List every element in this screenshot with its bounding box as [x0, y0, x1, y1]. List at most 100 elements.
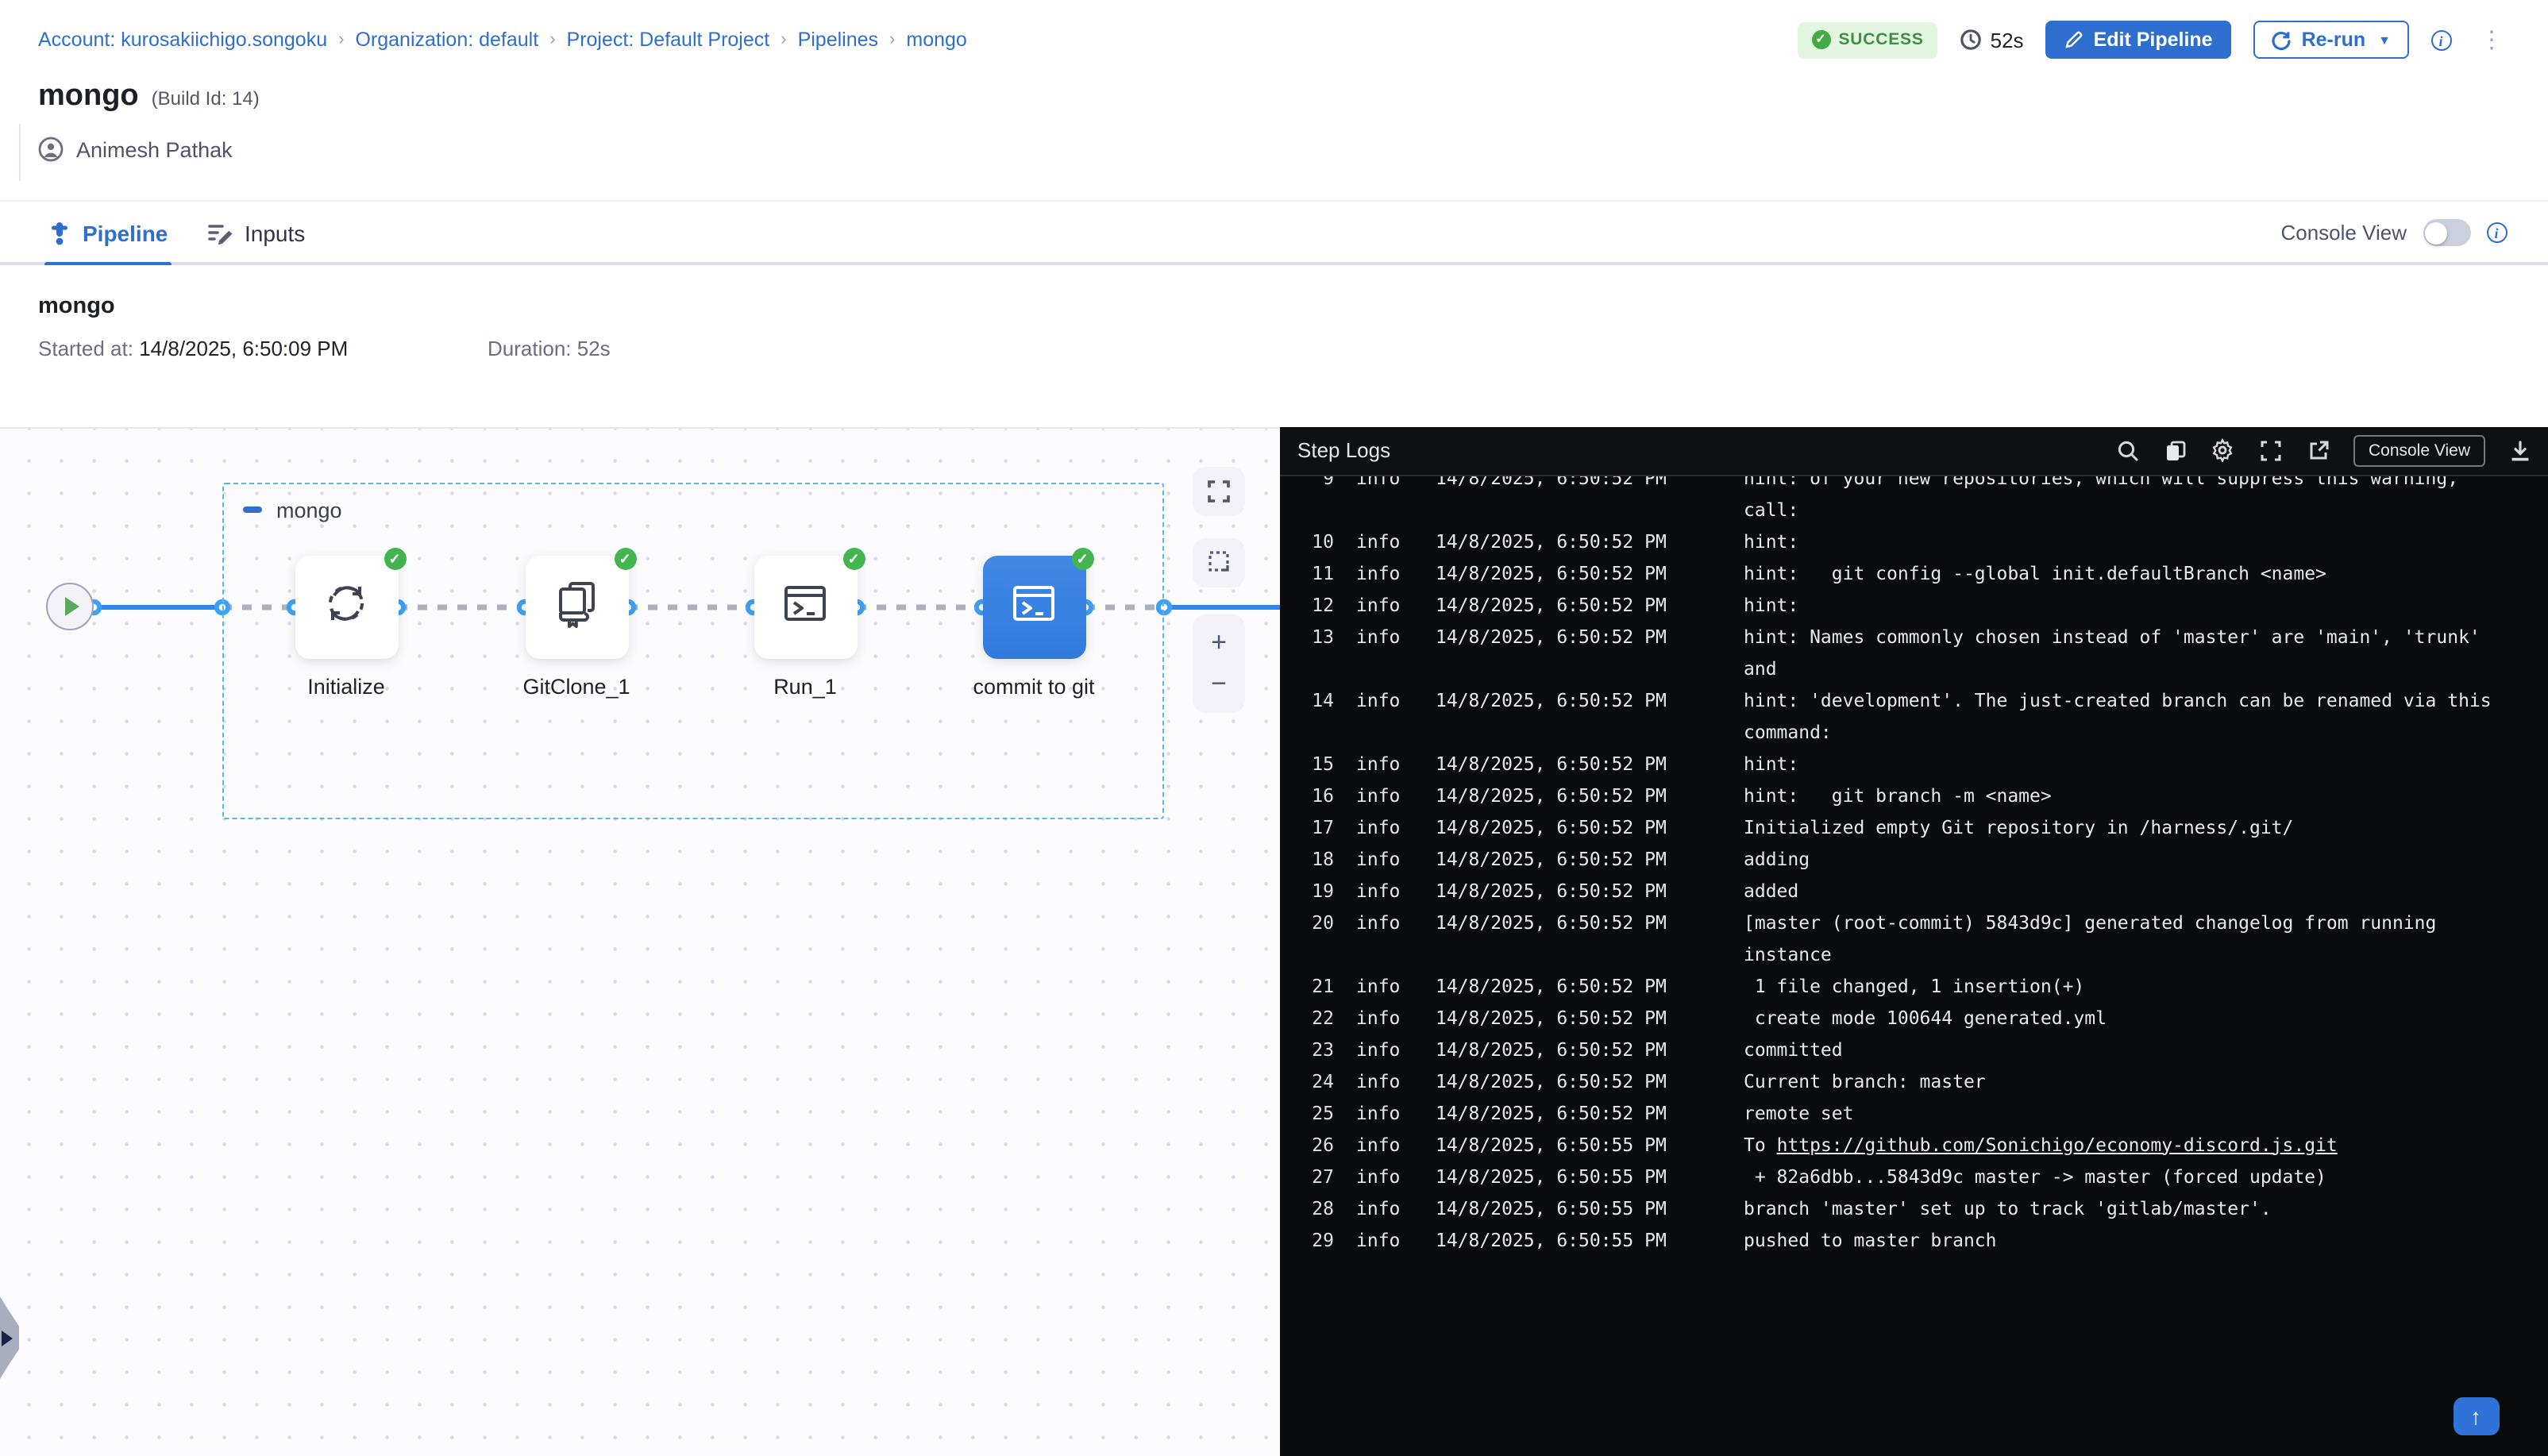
left-panel-expand-handle[interactable]	[0, 1296, 19, 1379]
console-view-info-icon[interactable]: i	[2486, 222, 2507, 243]
log-scroll-area[interactable]: 9info14/8/2025, 6:50:52 PMhint: of your …	[1280, 476, 2548, 1455]
zoom-out-button[interactable]: −	[1211, 670, 1227, 697]
open-external-icon[interactable]	[2307, 438, 2330, 462]
pipeline-tab-icon	[48, 220, 71, 245]
clock-icon	[1960, 29, 1983, 51]
log-row: 21info14/8/2025, 6:50:52 PM 1 file chang…	[1280, 969, 2548, 1001]
log-row: 22info14/8/2025, 6:50:52 PM create mode …	[1280, 1001, 2548, 1033]
toggle-knob	[2425, 221, 2447, 244]
edit-pipeline-button[interactable]: Edit Pipeline	[2046, 21, 2232, 59]
stage-group-label: mongo	[276, 498, 342, 522]
log-level: info	[1356, 1096, 1420, 1128]
download-logs-icon[interactable]	[2508, 438, 2532, 462]
log-timestamp: 14/8/2025, 6:50:52 PM	[1436, 779, 1721, 811]
settings-gear-icon[interactable]	[2211, 438, 2235, 462]
app-window: Account: kurosakiichigo.songoku › Organiza…	[0, 0, 2548, 1456]
log-timestamp: 14/8/2025, 6:50:55 PM	[1436, 1223, 1721, 1255]
log-level: info	[1356, 684, 1420, 715]
log-level: info	[1356, 1223, 1420, 1255]
log-link[interactable]: https://github.com/Sonichigo/economy-dis…	[1777, 1133, 2338, 1155]
log-line-number	[1280, 493, 1334, 525]
log-timestamp: 14/8/2025, 6:50:52 PM	[1436, 811, 1721, 842]
stage-summary: mongo Started at: 14/8/2025, 6:50:09 PM …	[0, 265, 2548, 426]
breadcrumb-item[interactable]: mongo	[906, 29, 966, 51]
log-level: info	[1356, 842, 1420, 874]
pipeline-node-commit-to-git[interactable]: ✓	[982, 555, 1085, 658]
log-timestamp: 14/8/2025, 6:50:52 PM	[1436, 525, 1721, 557]
console-view-toggle[interactable]	[2423, 219, 2470, 246]
copy-icon[interactable]	[2164, 438, 2188, 462]
log-level	[1356, 938, 1420, 969]
play-icon	[64, 597, 79, 616]
breadcrumb-item[interactable]: Project: Default Project	[567, 29, 770, 51]
step-success-icon: ✓	[614, 547, 636, 569]
log-line-number	[1280, 938, 1334, 969]
tab-pipeline[interactable]: Pipeline	[48, 202, 168, 264]
more-options-menu[interactable]: ⋮	[2473, 25, 2510, 55]
breadcrumb-separator: ›	[338, 30, 344, 49]
pipeline-node-initialize[interactable]: ✓	[295, 555, 398, 658]
log-line-number: 27	[1280, 1160, 1334, 1192]
log-line-number: 9	[1280, 476, 1334, 493]
collapse-stage-icon[interactable]	[243, 507, 262, 513]
log-row: instance	[1280, 938, 2548, 969]
log-line-number: 14	[1280, 684, 1334, 715]
log-line-number: 19	[1280, 874, 1334, 906]
log-timestamp: 14/8/2025, 6:50:55 PM	[1436, 1160, 1721, 1192]
pipeline-node-run_1[interactable]: ✓	[754, 555, 857, 658]
log-timestamp: 14/8/2025, 6:50:52 PM	[1436, 874, 1721, 906]
log-row: 11info14/8/2025, 6:50:52 PMhint: git con…	[1280, 557, 2548, 588]
breadcrumb-item[interactable]: Pipelines	[798, 29, 878, 51]
pencil-icon	[2065, 30, 2084, 49]
search-icon[interactable]	[2116, 438, 2140, 462]
pipeline-node-gitclone_1[interactable]: ✓	[525, 555, 628, 658]
breadcrumb-item[interactable]: Organization: default	[355, 29, 538, 51]
log-level: info	[1356, 969, 1420, 1001]
divider	[19, 124, 21, 181]
zoom-in-button[interactable]: +	[1211, 629, 1227, 656]
log-message: Initialized empty Git repository in /har…	[1744, 811, 2293, 842]
pipeline-canvas[interactable]: mongo ✓ Initialize ✓ GitClone_1 ✓ Run_1 ✓ commi…	[0, 426, 1280, 1456]
log-line-number: 17	[1280, 811, 1334, 842]
selection-icon	[1206, 549, 1232, 575]
pipeline-start-node[interactable]	[46, 583, 94, 630]
log-line-number: 10	[1280, 525, 1334, 557]
log-message: create mode 100644 generated.yml	[1744, 1001, 2107, 1033]
log-timestamp: 14/8/2025, 6:50:52 PM	[1436, 1096, 1721, 1128]
log-row: 27info14/8/2025, 6:50:55 PM + 82a6dbb...…	[1280, 1160, 2548, 1192]
scroll-to-top-button[interactable]: ↑	[2453, 1396, 2499, 1435]
log-row: command:	[1280, 715, 2548, 747]
stage-name: mongo	[38, 294, 115, 319]
log-row: 12info14/8/2025, 6:50:52 PMhint:	[1280, 588, 2548, 620]
console-view-label: Console View	[2280, 221, 2407, 245]
step-success-icon: ✓	[842, 547, 865, 569]
tab-inputs[interactable]: Inputs	[208, 202, 305, 264]
edit-pipeline-label: Edit Pipeline	[2094, 29, 2213, 51]
expand-logs-icon[interactable]	[2259, 438, 2283, 462]
rerun-button[interactable]: Re-run ▼	[2254, 21, 2408, 59]
log-row: 15info14/8/2025, 6:50:52 PMhint:	[1280, 747, 2548, 779]
log-line-number: 28	[1280, 1192, 1334, 1223]
log-timestamp: 14/8/2025, 6:50:55 PM	[1436, 1128, 1721, 1160]
node-label: GitClone_1	[481, 674, 672, 698]
breadcrumb-item[interactable]: Account: kurosakiichigo.songoku	[38, 29, 327, 51]
log-timestamp: 14/8/2025, 6:50:52 PM	[1436, 588, 1721, 620]
log-line-number: 25	[1280, 1096, 1334, 1128]
log-timestamp: 14/8/2025, 6:50:52 PM	[1436, 969, 1721, 1001]
canvas-fit-selection-button[interactable]	[1193, 537, 1245, 587]
canvas-fullscreen-button[interactable]	[1193, 466, 1245, 515]
log-message: hint: git branch -m <name>	[1744, 779, 2052, 811]
node-label: Initialize	[251, 674, 441, 698]
log-message: hint: Names commonly chosen instead of '…	[1744, 620, 2481, 652]
node-label: Run_1	[710, 674, 900, 698]
log-timestamp	[1436, 715, 1721, 747]
console-view-button[interactable]: Console View	[2354, 434, 2484, 466]
node-label: commit to git	[939, 674, 1129, 698]
log-level	[1356, 652, 1420, 684]
log-line-number	[1280, 715, 1334, 747]
log-level	[1356, 493, 1420, 525]
log-line-number: 13	[1280, 620, 1334, 652]
rerun-info-icon[interactable]: i	[2430, 29, 2451, 50]
log-row: 20info14/8/2025, 6:50:52 PM[master (root…	[1280, 906, 2548, 938]
log-timestamp	[1436, 493, 1721, 525]
